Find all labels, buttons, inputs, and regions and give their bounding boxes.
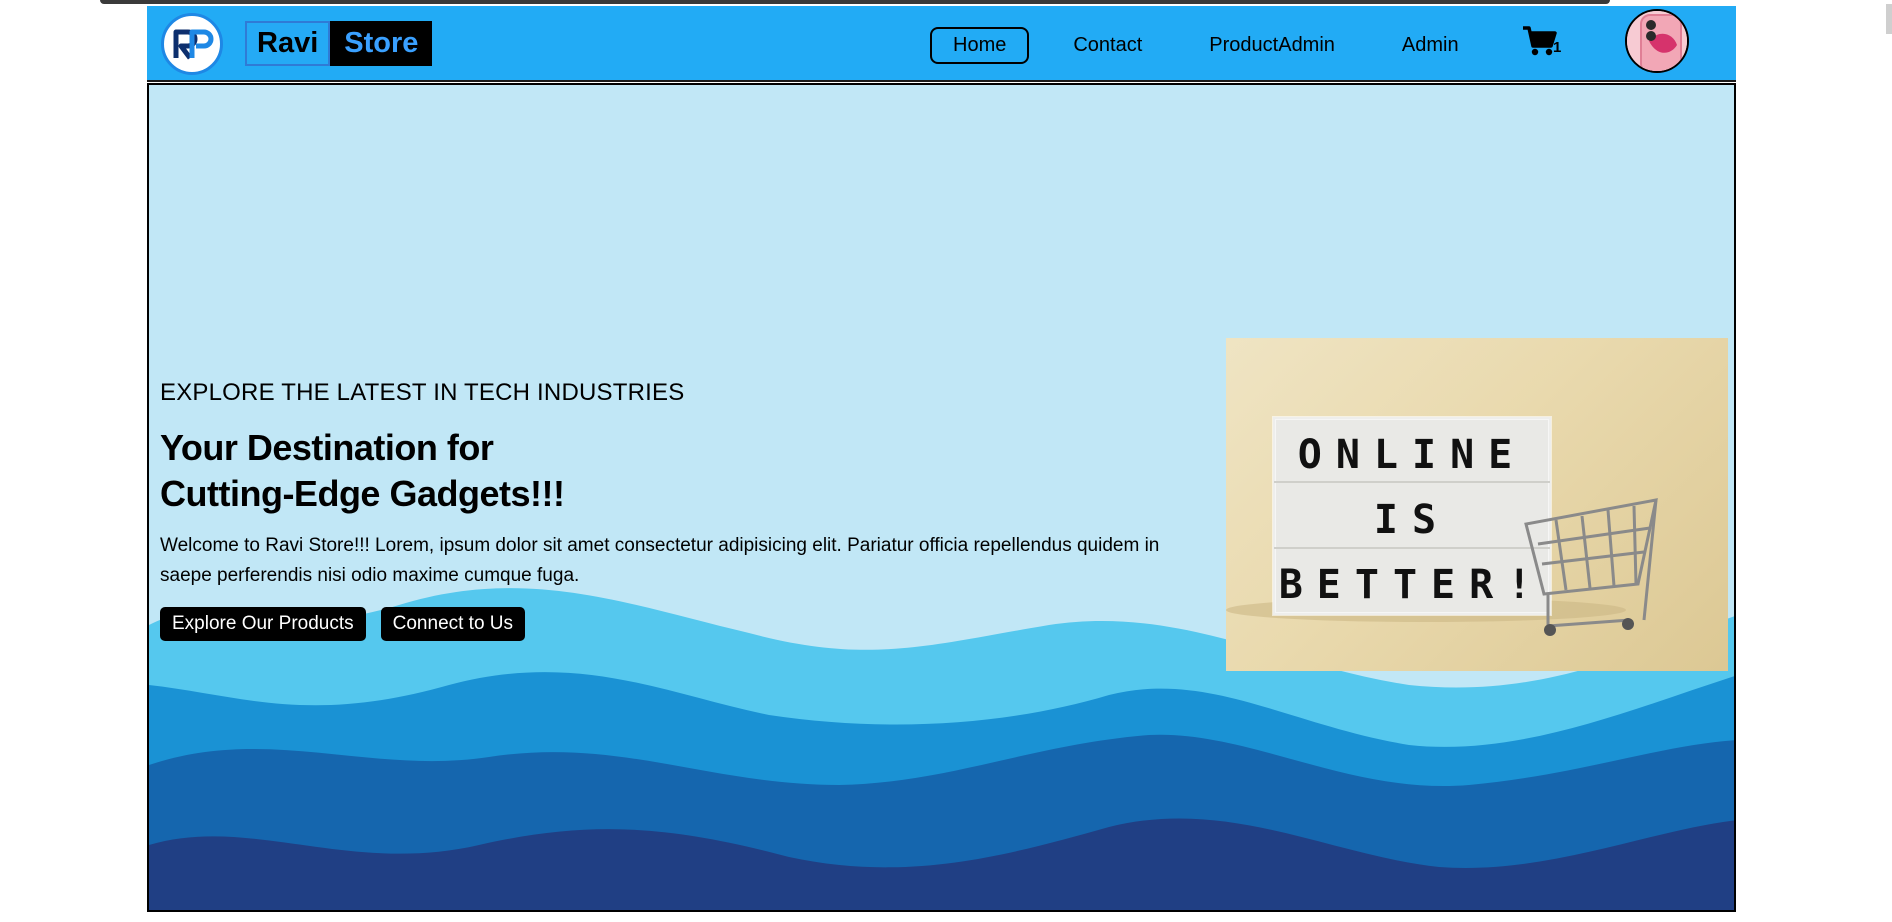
hero-image: ONLINE IS BETTER! <box>1226 338 1728 671</box>
hero-section: EXPLORE THE LATEST IN TECH INDUSTRIES Yo… <box>147 83 1736 912</box>
hero-text: EXPLORE THE LATEST IN TECH INDUSTRIES Yo… <box>160 379 1200 641</box>
nav-admin[interactable]: Admin <box>1379 27 1482 64</box>
lightbox-cart-illustration: ONLINE IS BETTER! <box>1226 416 1658 636</box>
browser-top-strip <box>100 0 1610 4</box>
nav-links: Home Contact ProductAdmin Admin <box>930 27 1503 64</box>
brand-wordmark[interactable]: Ravi Store <box>245 21 433 66</box>
nav-productadmin[interactable]: ProductAdmin <box>1186 27 1358 64</box>
hero-headline-line2: Cutting-Edge Gadgets!!! <box>160 473 565 514</box>
avatar[interactable] <box>1625 9 1689 73</box>
hero-headline-line1: Your Destination for <box>160 427 494 468</box>
sign-line2: IS <box>1374 497 1450 543</box>
cart-button[interactable]: 1 <box>1521 24 1567 64</box>
sign-line3: BETTER! <box>1279 562 1546 608</box>
scrollbar-edge[interactable] <box>1886 4 1892 34</box>
logo-icon <box>173 29 214 60</box>
sign-line1: ONLINE <box>1298 432 1527 478</box>
avatar-image <box>1627 11 1687 71</box>
page-frame: Ravi Store Home Contact ProductAdmin Adm… <box>147 6 1736 912</box>
navbar: Ravi Store Home Contact ProductAdmin Adm… <box>147 6 1736 82</box>
cart-icon <box>1523 26 1557 56</box>
cart-count: 1 <box>1553 39 1562 56</box>
hero-eyebrow: EXPLORE THE LATEST IN TECH INDUSTRIES <box>160 379 685 406</box>
connect-button[interactable]: Connect to Us <box>380 607 526 641</box>
hero-headline: Your Destination for Cutting-Edge Gadget… <box>160 425 1200 517</box>
nav-home[interactable]: Home <box>930 27 1030 64</box>
explore-products-button[interactable]: Explore Our Products <box>160 607 366 641</box>
hero-cta-row: Explore Our Products Connect to Us <box>160 607 1200 641</box>
brand-name-second: Store <box>330 21 433 66</box>
hero-description: Welcome to Ravi Store!!! Lorem, ipsum do… <box>160 535 1160 586</box>
brand-name-first: Ravi <box>245 21 331 66</box>
logo[interactable] <box>161 13 223 75</box>
nav-contact[interactable]: Contact <box>1050 27 1165 64</box>
